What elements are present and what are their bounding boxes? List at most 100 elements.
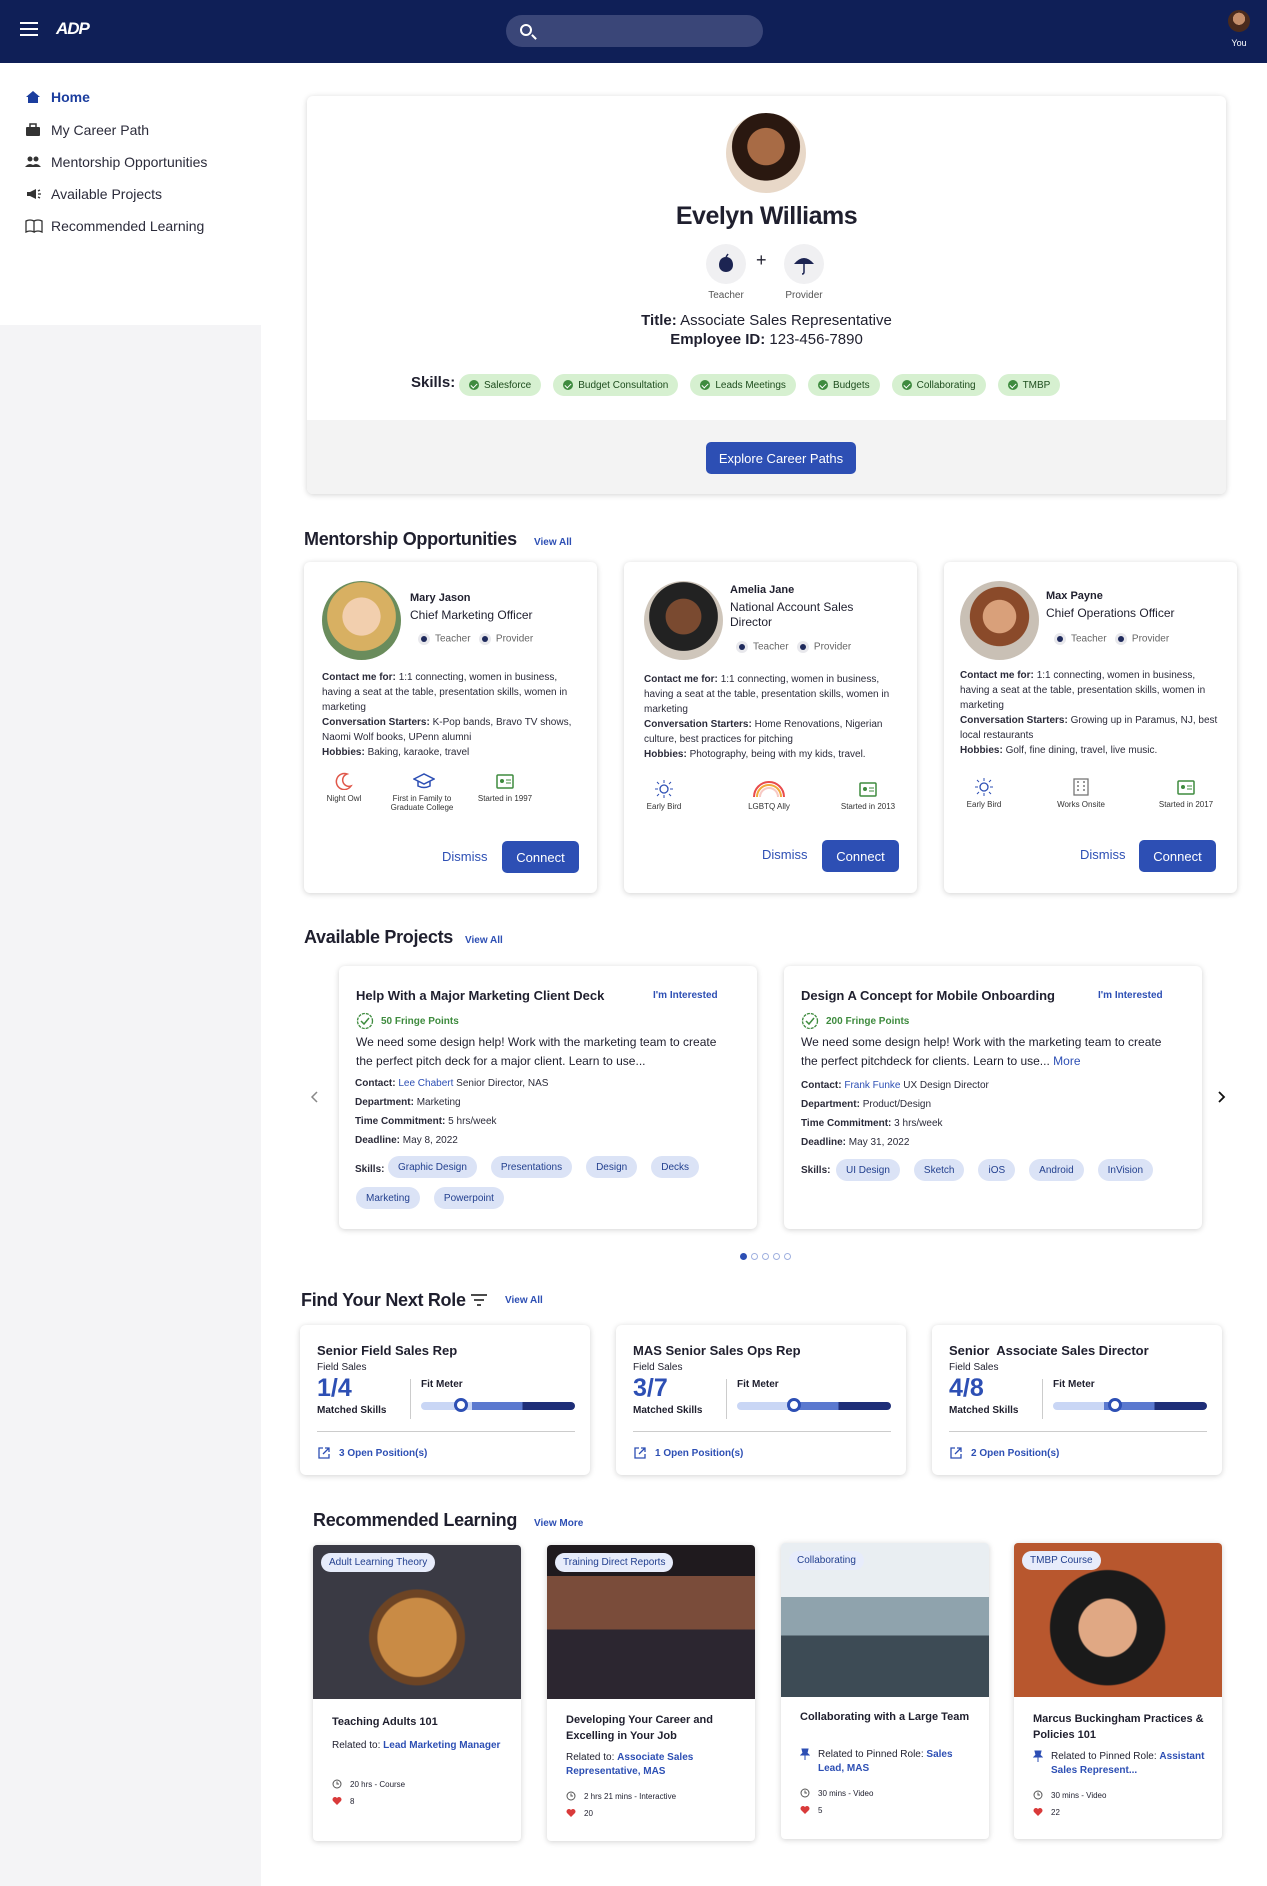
skill-chip: Presentations [490,1156,573,1178]
skill-chip: Powerpoint [433,1187,504,1209]
connect-button[interactable]: Connect [502,841,579,873]
project-title: Help With a Major Marketing Client Deck [356,988,605,1003]
external-link-icon [950,1447,962,1459]
divider [726,1379,727,1419]
fit-meter [737,1398,891,1412]
skill-chip: Android [1029,1159,1084,1181]
course-meta: 30 mins - Video [1033,1790,1106,1800]
profile-avatar [726,113,806,193]
menu-icon[interactable] [20,22,38,36]
project-title: Design A Concept for Mobile Onboarding [801,988,1055,1003]
carousel-dots [740,1247,795,1265]
book-icon [25,219,43,234]
explore-career-paths-button[interactable]: Explore Career Paths [706,442,856,474]
carousel-dot[interactable] [784,1253,791,1260]
sidebar-item-learning[interactable]: Recommended Learning [0,210,261,242]
profile-title: Title: Associate Sales Representative [641,312,892,329]
mentor-card: Max Payne Chief Operations Officer Teach… [944,562,1237,893]
mentor-title: Chief Marketing Officer [410,608,533,622]
carousel-dot[interactable] [740,1253,747,1260]
learning-card[interactable]: Collaborating Collaborating with a Large… [781,1543,989,1839]
sidebar-item-label: My Career Path [51,122,150,138]
adp-logo[interactable]: ADP [56,19,90,39]
mentor-roles: Teacher Provider [418,633,533,645]
contact-link[interactable]: Lee Chabert [398,1078,453,1089]
heart-icon [332,1797,342,1805]
open-positions-link[interactable]: 1 Open Position(s) [633,1446,743,1460]
open-positions-link[interactable]: 2 Open Position(s) [949,1446,1059,1460]
contact-link[interactable]: Frank Funke [844,1080,900,1091]
clock-icon [1033,1790,1043,1800]
carousel-dot[interactable] [751,1253,758,1260]
project-skills: Graphic Design Presentations Design Deck… [388,1156,748,1186]
sidebar-item-home[interactable]: Home [0,81,261,113]
learning-card[interactable]: Training Direct Reports Developing Your … [547,1545,755,1841]
clock-icon [566,1791,576,1801]
role-card: Senior Associate Sales Director Field Sa… [932,1325,1222,1475]
search-input[interactable] [506,15,763,47]
building-icon [1072,778,1090,796]
mentor-name: Max Payne [1046,590,1103,602]
pin-icon [800,1748,810,1760]
skill-chip: TMBP [997,374,1061,396]
mentor-name: Mary Jason [410,592,471,604]
mentor-roles: Teacher Provider [736,641,851,653]
connect-button[interactable]: Connect [1139,840,1216,872]
matched-skills-count: 3/7 [633,1374,668,1402]
role-department: Field Sales [949,1362,999,1373]
carousel-dot[interactable] [773,1253,780,1260]
roles-view-all-link[interactable]: View All [505,1295,543,1306]
divider [633,1431,891,1432]
skill-chip: Sketch [913,1159,965,1181]
project-card: Help With a Major Marketing Client Deck … [339,966,757,1229]
dismiss-button[interactable]: Dismiss [442,849,488,864]
more-link[interactable]: More [1053,1054,1080,1068]
learning-view-more-link[interactable]: View More [534,1518,583,1529]
profile-card: Evelyn Williams + Teacher Provider Title… [307,96,1226,494]
fit-meter [1053,1398,1207,1412]
teacher-icon [736,641,748,653]
sidebar-item-mentorship[interactable]: Mentorship Opportunities [0,146,261,178]
dismiss-button[interactable]: Dismiss [762,847,808,862]
heart-icon [800,1806,810,1814]
course-likes: 22 [1033,1807,1060,1817]
skill-chip: Graphic Design [388,1156,477,1178]
avatar[interactable] [1228,10,1250,32]
role-title: Senior Associate Sales Director [949,1343,1149,1358]
connect-button[interactable]: Connect [822,840,899,872]
im-interested-link[interactable]: I'm Interested [653,990,718,1001]
carousel-next-button[interactable] [1216,1090,1226,1104]
matched-skills-label: Matched Skills [317,1405,387,1416]
carousel-prev-button[interactable] [310,1090,320,1104]
sidebar-item-label: Mentorship Opportunities [51,154,208,170]
graduation-cap-icon [412,772,436,790]
pin-icon [1033,1750,1043,1762]
related-role-link[interactable]: Lead Marketing Manager [383,1740,500,1751]
sidebar-item-career-path[interactable]: My Career Path [0,114,261,146]
projects-view-all-link[interactable]: View All [465,935,503,946]
role-title: MAS Senior Sales Ops Rep [633,1343,801,1358]
check-icon [901,380,912,390]
badge-started-year: Started in 2017 [1146,778,1226,809]
open-positions-link[interactable]: 3 Open Position(s) [317,1446,427,1460]
learning-card[interactable]: TMBP Course Marcus Buckingham Practices … [1014,1543,1222,1839]
projects-heading: Available Projects [304,927,454,947]
sidebar-item-projects[interactable]: Available Projects [0,178,261,210]
carousel-dot[interactable] [762,1253,769,1260]
dismiss-button[interactable]: Dismiss [1080,847,1126,862]
filter-icon[interactable] [471,1293,487,1307]
im-interested-link[interactable]: I'm Interested [1098,990,1163,1001]
mentorship-view-all-link[interactable]: View All [534,537,572,548]
check-icon [469,380,479,390]
learning-card[interactable]: Adult Learning Theory Teaching Adults 10… [313,1545,521,1841]
mentor-card: Amelia Jane National Account Sales Direc… [624,562,917,893]
skill-chip: Leads Meetings [690,374,796,396]
course-tag: Adult Learning Theory [321,1553,436,1572]
project-details: Contact: Lee Chabert Senior Director, NA… [355,1078,549,1146]
teacher-icon [418,633,430,645]
course-likes: 5 [800,1805,822,1815]
sidebar-item-label: Recommended Learning [51,218,205,234]
search-icon [520,24,532,36]
badge-lgbtq-ally: LGBTQ Ally [729,780,809,811]
fringe-points: 50 Fringe Points [356,1012,459,1030]
